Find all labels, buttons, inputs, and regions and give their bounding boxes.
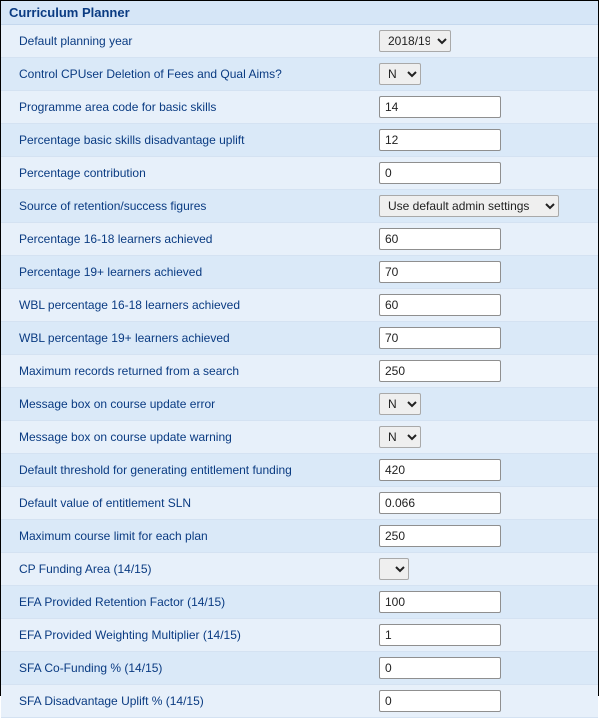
setting-input[interactable] xyxy=(379,591,501,613)
setting-label: Message box on course update error xyxy=(19,397,379,411)
setting-control xyxy=(379,327,501,349)
setting-label: Programme area code for basic skills xyxy=(19,100,379,114)
setting-input[interactable] xyxy=(379,525,501,547)
setting-label: Maximum course limit for each plan xyxy=(19,529,379,543)
setting-row: Control CPUser Deletion of Fees and Qual… xyxy=(1,58,598,91)
setting-control xyxy=(379,129,501,151)
setting-select[interactable]: N xyxy=(379,426,421,448)
setting-input[interactable] xyxy=(379,360,501,382)
setting-row: Percentage contribution xyxy=(1,157,598,190)
setting-label: WBL percentage 16-18 learners achieved xyxy=(19,298,379,312)
setting-control xyxy=(379,459,501,481)
setting-row: Message box on course update warningN xyxy=(1,421,598,454)
setting-label: Default planning year xyxy=(19,34,379,48)
setting-label: Default value of entitlement SLN xyxy=(19,496,379,510)
setting-label: Percentage 19+ learners achieved xyxy=(19,265,379,279)
setting-control: N xyxy=(379,426,421,448)
setting-control xyxy=(379,162,501,184)
setting-label: Percentage 16-18 learners achieved xyxy=(19,232,379,246)
setting-input[interactable] xyxy=(379,492,501,514)
setting-input[interactable] xyxy=(379,327,501,349)
setting-label: SFA Co-Funding % (14/15) xyxy=(19,661,379,675)
setting-row: Default threshold for generating entitle… xyxy=(1,454,598,487)
setting-row: Default planning year2018/19 xyxy=(1,25,598,58)
setting-label: Message box on course update warning xyxy=(19,430,379,444)
setting-row: Maximum records returned from a search xyxy=(1,355,598,388)
setting-input[interactable] xyxy=(379,162,501,184)
setting-control: 2018/19 xyxy=(379,30,451,52)
setting-control xyxy=(379,525,501,547)
curriculum-planner-panel: Curriculum Planner Default planning year… xyxy=(0,0,599,696)
setting-label: Source of retention/success figures xyxy=(19,199,379,213)
setting-control xyxy=(379,624,501,646)
setting-control xyxy=(379,657,501,679)
setting-label: Maximum records returned from a search xyxy=(19,364,379,378)
setting-label: EFA Provided Retention Factor (14/15) xyxy=(19,595,379,609)
setting-control xyxy=(379,360,501,382)
setting-control: N xyxy=(379,393,421,415)
panel-title: Curriculum Planner xyxy=(1,1,598,25)
setting-input[interactable] xyxy=(379,294,501,316)
setting-select[interactable]: N xyxy=(379,393,421,415)
setting-input[interactable] xyxy=(379,624,501,646)
setting-row: CP Funding Area (14/15) xyxy=(1,553,598,586)
setting-control: Use default admin settings xyxy=(379,195,559,217)
setting-row: Source of retention/success figuresUse d… xyxy=(1,190,598,223)
setting-row: EFA Provided Retention Factor (14/15) xyxy=(1,586,598,619)
setting-select[interactable]: N xyxy=(379,63,421,85)
setting-control: N xyxy=(379,63,421,85)
setting-control xyxy=(379,690,501,712)
setting-select[interactable]: 2018/19 xyxy=(379,30,451,52)
setting-label: Default threshold for generating entitle… xyxy=(19,463,379,477)
setting-label: Percentage contribution xyxy=(19,166,379,180)
setting-input[interactable] xyxy=(379,228,501,250)
setting-label: Control CPUser Deletion of Fees and Qual… xyxy=(19,67,379,81)
setting-input[interactable] xyxy=(379,96,501,118)
setting-row: WBL percentage 16-18 learners achieved xyxy=(1,289,598,322)
setting-control xyxy=(379,492,501,514)
setting-control xyxy=(379,96,501,118)
setting-input[interactable] xyxy=(379,261,501,283)
setting-input[interactable] xyxy=(379,690,501,712)
setting-select[interactable]: Use default admin settings xyxy=(379,195,559,217)
setting-row: WBL percentage 19+ learners achieved xyxy=(1,322,598,355)
setting-select[interactable] xyxy=(379,558,409,580)
setting-control xyxy=(379,294,501,316)
setting-row: Programme area code for basic skills xyxy=(1,91,598,124)
setting-control xyxy=(379,558,409,580)
setting-row: Percentage 19+ learners achieved xyxy=(1,256,598,289)
setting-label: WBL percentage 19+ learners achieved xyxy=(19,331,379,345)
setting-input[interactable] xyxy=(379,657,501,679)
setting-row: Maximum course limit for each plan xyxy=(1,520,598,553)
setting-row: Percentage basic skills disadvantage upl… xyxy=(1,124,598,157)
setting-input[interactable] xyxy=(379,459,501,481)
setting-input[interactable] xyxy=(379,129,501,151)
setting-row: Message box on course update errorN xyxy=(1,388,598,421)
setting-control xyxy=(379,591,501,613)
setting-row: Percentage 16-18 learners achieved xyxy=(1,223,598,256)
setting-control xyxy=(379,261,501,283)
setting-label: EFA Provided Weighting Multiplier (14/15… xyxy=(19,628,379,642)
setting-label: SFA Disadvantage Uplift % (14/15) xyxy=(19,694,379,708)
settings-rows: Default planning year2018/19 Control CPUs… xyxy=(1,25,598,718)
setting-row: Default value of entitlement SLN xyxy=(1,487,598,520)
setting-label: Percentage basic skills disadvantage upl… xyxy=(19,133,379,147)
setting-row: EFA Provided Weighting Multiplier (14/15… xyxy=(1,619,598,652)
setting-control xyxy=(379,228,501,250)
setting-label: CP Funding Area (14/15) xyxy=(19,562,379,576)
setting-row: SFA Co-Funding % (14/15) xyxy=(1,652,598,685)
setting-row: SFA Disadvantage Uplift % (14/15) xyxy=(1,685,598,718)
